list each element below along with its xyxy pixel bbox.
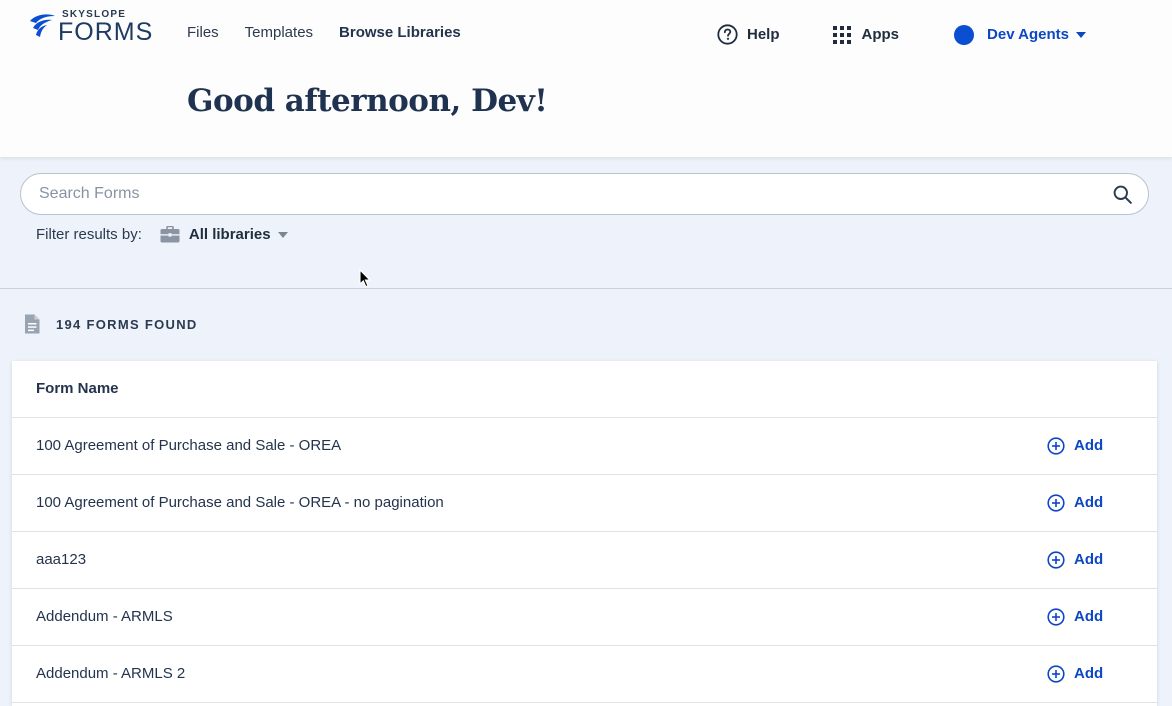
add-label: Add (1074, 551, 1104, 568)
search-input[interactable] (37, 174, 1097, 214)
add-form-button[interactable]: Add (1047, 589, 1103, 645)
help-button[interactable]: Help (717, 24, 780, 45)
search-bar (20, 173, 1149, 215)
nav-item-templates[interactable]: Templates (245, 24, 313, 42)
document-icon (25, 314, 40, 334)
help-icon (717, 24, 738, 45)
briefcase-icon (160, 226, 180, 243)
table-row: 100 Agreement of Purchase and Sale - ORE… (12, 475, 1157, 532)
main-nav: Files Templates Browse Libraries (187, 24, 487, 42)
form-name: Addendum - ARMLS (36, 608, 173, 625)
add-label: Add (1074, 665, 1104, 682)
forms-found-count: 194 FORMS FOUND (56, 316, 198, 332)
apps-grid-icon (832, 25, 851, 44)
plus-circle-icon (1047, 437, 1065, 455)
table-row: aaa123 Add (12, 532, 1157, 589)
account-name: Dev Agents (987, 26, 1069, 43)
library-filter-value: All libraries (188, 226, 271, 243)
form-name: 100 Agreement of Purchase and Sale - ORE… (36, 494, 444, 511)
forms-table: Form Name 100 Agreement of Purchase and … (12, 361, 1157, 706)
add-form-button[interactable]: Add (1047, 532, 1103, 588)
section-divider (0, 288, 1172, 289)
apps-label: Apps (861, 26, 900, 43)
form-name: Addendum - ARMLS 2 (36, 665, 186, 682)
avatar (954, 24, 975, 45)
header-actions: Help Apps Dev Agents (717, 24, 1086, 45)
table-row: Addendum - ARMLS 2 Add (12, 646, 1157, 703)
skyslope-logo-icon (30, 14, 55, 37)
column-header-form-name: Form Name (12, 361, 1157, 418)
plus-circle-icon (1047, 665, 1065, 683)
mouse-cursor-icon (359, 269, 371, 288)
add-label: Add (1074, 437, 1104, 454)
add-form-button[interactable]: Add (1047, 646, 1103, 702)
library-filter-dropdown[interactable]: All libraries (160, 226, 288, 243)
caret-down-icon (1075, 31, 1086, 38)
nav-item-browse-libraries[interactable]: Browse Libraries (339, 24, 461, 42)
table-row: 100 Agreement of Purchase and Sale - ORE… (12, 418, 1157, 475)
plus-circle-icon (1047, 608, 1065, 626)
table-row: Addendum - ARMLS Add (12, 589, 1157, 646)
results-summary: 194 FORMS FOUND (24, 314, 198, 334)
form-name: aaa123 (36, 551, 87, 568)
greeting-heading: Good afternoon, Dev! (187, 83, 548, 119)
plus-circle-icon (1047, 494, 1065, 512)
filter-row: Filter results by: All libraries (36, 226, 288, 243)
plus-circle-icon (1047, 551, 1065, 569)
skyslope-forms-logo[interactable]: SKYSLOPE FORMS (28, 8, 154, 46)
apps-button[interactable]: Apps (832, 25, 900, 44)
account-menu-button[interactable]: Dev Agents (954, 24, 1086, 45)
add-form-button[interactable]: Add (1047, 475, 1103, 531)
add-label: Add (1074, 608, 1104, 625)
form-name: 100 Agreement of Purchase and Sale - ORE… (36, 437, 342, 454)
help-label: Help (747, 26, 780, 43)
top-header: SKYSLOPE FORMS Files Templates Browse Li… (0, 0, 1172, 157)
filter-label: Filter results by: (36, 226, 142, 243)
search-icon[interactable] (1113, 185, 1132, 204)
add-form-button[interactable]: Add (1047, 418, 1103, 474)
logo-text-forms: FORMS (58, 18, 154, 46)
add-label: Add (1074, 494, 1104, 511)
nav-item-files[interactable]: Files (187, 24, 219, 42)
caret-down-icon (277, 231, 288, 238)
